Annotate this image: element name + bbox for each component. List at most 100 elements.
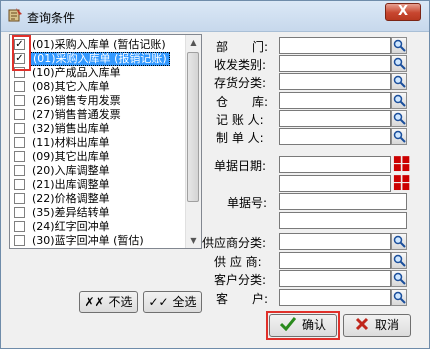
list-item[interactable]: (35)差异结转单	[10, 206, 186, 220]
magnifier-icon	[393, 57, 406, 70]
list-item-checkbox[interactable]	[14, 109, 25, 120]
list-item-label: (35)差异结转单	[32, 206, 110, 219]
inventory-category-search-button[interactable]	[391, 73, 407, 90]
list-item[interactable]: (11)材料出库单	[10, 136, 186, 150]
deselect-all-button[interactable]: ✗✗ 不选	[79, 291, 138, 313]
supplier-category-search-button[interactable]	[391, 233, 407, 250]
magnifier-icon	[393, 112, 406, 125]
calendar-icon[interactable]: ■■ ■■	[393, 156, 410, 173]
list-item-label: (22)价格调整单	[32, 192, 110, 205]
list-item-checkbox[interactable]	[14, 179, 25, 190]
doc-date-label: 单据日期:	[214, 159, 267, 173]
supplier-category-field[interactable]	[279, 233, 391, 250]
bookkeeper-field[interactable]	[279, 110, 391, 127]
close-icon: X	[397, 4, 409, 19]
select-all-button[interactable]: ✓✓ 全选	[143, 291, 202, 313]
supplier-field[interactable]	[279, 252, 391, 269]
magnifier-icon	[393, 130, 406, 143]
creator-label: 制 单 人:	[216, 131, 264, 145]
list-item[interactable]: ✓ (01)采购入库单 (暂估记账)	[10, 38, 186, 52]
list-item[interactable]: (32)销售出库单	[10, 122, 186, 136]
department-search-button[interactable]	[391, 37, 407, 54]
customer-label: 客 户:	[216, 292, 269, 306]
deselect-icon: ✗✗	[84, 295, 105, 309]
supplier-search-button[interactable]	[391, 252, 407, 269]
warehouse-field[interactable]	[279, 92, 391, 109]
send-category-field[interactable]	[279, 55, 391, 72]
list-item-label: (11)材料出库单	[32, 136, 110, 149]
list-item-checkbox[interactable]	[14, 137, 25, 148]
list-item[interactable]: ✓ (01)采购入库单 (报销记账)	[10, 52, 186, 66]
warehouse-search-button[interactable]	[391, 92, 407, 109]
list-item[interactable]: (09)其它出库单	[10, 150, 186, 164]
inventory-category-field[interactable]	[279, 73, 391, 90]
scroll-thumb[interactable]	[187, 52, 199, 202]
customer-category-field[interactable]	[279, 270, 391, 287]
scroll-up-icon[interactable]: ▲	[186, 35, 201, 50]
doc-date-to-field[interactable]	[279, 175, 391, 192]
list-item-checkbox[interactable]	[14, 81, 25, 92]
document-type-list[interactable]: ✓ (01)采购入库单 (暂估记账) ✓ (01)采购入库单 (报销记账) (10)产成…	[9, 34, 202, 249]
list-item[interactable]: (20)入库调整单	[10, 164, 186, 178]
list-item-label: (08)其它入库单	[32, 80, 110, 93]
list-item-label: (09)其它出库单	[32, 150, 110, 163]
supplier-category-label: 供应商分类:	[202, 236, 267, 250]
list-item-checkbox[interactable]	[14, 235, 25, 246]
creator-search-button[interactable]	[391, 128, 407, 145]
list-item-checkbox[interactable]	[14, 207, 25, 218]
supplier-label: 供 应 商:	[214, 255, 262, 269]
customer-search-button[interactable]	[391, 289, 407, 306]
magnifier-icon	[393, 39, 406, 52]
customer-category-search-button[interactable]	[391, 270, 407, 287]
send-category-label: 收发类别:	[214, 58, 267, 72]
list-item[interactable]: (26)销售专用发票	[10, 94, 186, 108]
list-item[interactable]: (27)销售普通发票	[10, 108, 186, 122]
calendar-icon[interactable]: ■■ ■■	[393, 175, 410, 192]
list-item[interactable]: (10)产成品入库单	[10, 66, 186, 80]
list-item[interactable]: (08)其它入库单	[10, 80, 186, 94]
list-scrollbar[interactable]: ▲ ▼	[185, 35, 201, 248]
customer-field[interactable]	[279, 289, 391, 306]
list-item[interactable]: (22)价格调整单	[10, 192, 186, 206]
magnifier-icon	[393, 254, 406, 267]
list-item-checkbox[interactable]	[14, 221, 25, 232]
creator-field[interactable]	[279, 128, 391, 145]
list-item-label: (01)采购入库单 (暂估记账)	[32, 38, 166, 51]
magnifier-icon	[393, 75, 406, 88]
doc-no-label: 单据号:	[227, 196, 268, 210]
list-item-checkbox[interactable]	[14, 95, 25, 106]
magnifier-icon	[393, 235, 406, 248]
list-item-label: (21)出库调整单	[32, 178, 110, 191]
doc-no-from-field[interactable]	[279, 193, 407, 210]
list-item-label: (27)销售普通发票	[32, 108, 121, 121]
list-item[interactable]: (30)蓝字回冲单 (暂估)	[10, 234, 186, 248]
app-icon	[8, 8, 22, 22]
customer-category-label: 客户分类:	[214, 273, 267, 287]
bookkeeper-search-button[interactable]	[391, 110, 407, 127]
list-item-label: (30)蓝字回冲单 (暂估)	[32, 234, 144, 247]
list-item-label: (32)销售出库单	[32, 122, 110, 135]
window-title: 查询条件	[27, 11, 76, 25]
list-item[interactable]: (24)红字回冲单	[10, 220, 186, 234]
department-field[interactable]	[279, 37, 391, 54]
magnifier-icon	[393, 291, 406, 304]
inventory-category-label: 存货分类:	[214, 76, 267, 90]
list-item[interactable]: (21)出库调整单	[10, 178, 186, 192]
title-bar: 查询条件 X	[1, 1, 429, 32]
cancel-button[interactable]: 取消	[343, 314, 411, 337]
doc-date-from-field[interactable]	[279, 156, 391, 173]
close-button[interactable]: X	[385, 3, 421, 21]
list-item-label: (24)红字回冲单	[32, 220, 110, 233]
list-item-checkbox[interactable]	[14, 151, 25, 162]
list-item-checkbox[interactable]	[14, 165, 25, 176]
list-item-checkbox[interactable]	[14, 123, 25, 134]
doc-no-to-field[interactable]	[279, 212, 407, 229]
magnifier-icon	[393, 94, 406, 107]
list-item-checkbox[interactable]	[14, 193, 25, 204]
x-icon	[355, 317, 369, 331]
list-item-label: (10)产成品入库单	[32, 66, 121, 79]
scroll-down-icon[interactable]: ▼	[186, 233, 201, 248]
deselect-all-label: 不选	[108, 295, 133, 309]
send-category-search-button[interactable]	[391, 55, 407, 72]
department-label: 部 门:	[216, 40, 269, 54]
